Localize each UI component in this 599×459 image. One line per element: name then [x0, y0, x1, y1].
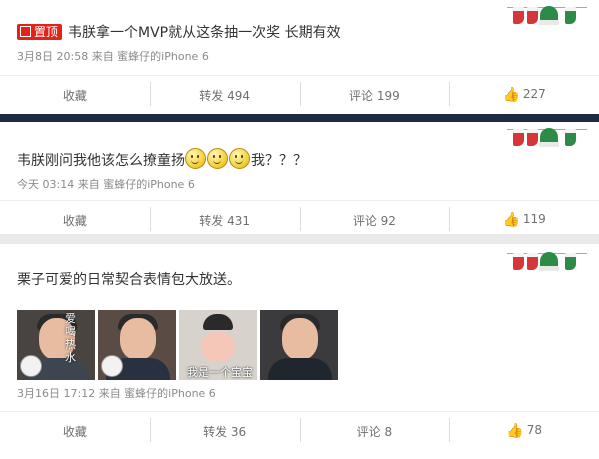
- comment-button[interactable]: 评论 199: [299, 81, 450, 106]
- divider-band: [0, 114, 599, 122]
- smile-emoji-icon: [185, 148, 206, 169]
- thumbs-up-icon: 👍: [506, 423, 524, 439]
- pinned-badge[interactable]: 置顶: [17, 24, 63, 40]
- smile-emoji-icon: [229, 148, 250, 169]
- smile-emoji-icon: [207, 148, 228, 169]
- like-button[interactable]: 👍 78: [449, 418, 599, 442]
- like-button[interactable]: 👍 119: [449, 207, 599, 231]
- comment-button[interactable]: 评论 8: [299, 417, 450, 442]
- weibo-feed: 置顶 韦朕拿一个MVP就从这条抽一次奖 长期有效 3月8日 20:58 来自 蜜蜂…: [0, 0, 599, 459]
- christmas-decoration-icon: [507, 250, 587, 274]
- thumbs-up-icon: 👍: [502, 212, 520, 228]
- repost-button[interactable]: 转发 494: [149, 81, 300, 106]
- photo-grid: 爱喝热水 我是一个宝宝: [17, 310, 338, 380]
- repost-button[interactable]: 转发 431: [149, 206, 300, 231]
- post-actions: 收藏 转发 36 评论 8 👍 78: [0, 411, 599, 450]
- sticker-icon: [101, 355, 123, 377]
- comment-button[interactable]: 评论 92: [299, 206, 450, 231]
- post-photo[interactable]: [260, 310, 338, 380]
- post-text: 置顶 韦朕拿一个MVP就从这条抽一次奖 长期有效: [17, 23, 341, 43]
- post-meta: 3月16日 17:12 来自 蜜蜂仔的iPhone 6: [17, 387, 216, 400]
- like-button[interactable]: 👍 227: [449, 82, 599, 106]
- post-card: 置顶 韦朕拿一个MVP就从这条抽一次奖 长期有效 3月8日 20:58 来自 蜜蜂…: [0, 0, 599, 114]
- post-photo[interactable]: 爱喝热水: [17, 310, 95, 380]
- favorite-button[interactable]: 收藏: [0, 212, 150, 229]
- post-text: 韦朕刚问我他该怎么撩童扬 我？？？: [17, 148, 307, 171]
- sticker-icon: [20, 355, 42, 377]
- post-photo[interactable]: 我是一个宝宝: [179, 310, 257, 380]
- post-card: 韦朕刚问我他该怎么撩童扬 我？？？ 今天 03:14 来自 蜜蜂仔的iPhone …: [0, 122, 599, 234]
- post-text: 栗子可爱的日常契合表情包大放送。: [17, 272, 241, 288]
- post-meta: 今天 03:14 来自 蜜蜂仔的iPhone 6: [17, 178, 195, 191]
- favorite-button[interactable]: 收藏: [0, 423, 150, 440]
- post-actions: 收藏 转发 494 评论 199 👍 227: [0, 75, 599, 114]
- repost-button[interactable]: 转发 36: [149, 417, 300, 442]
- post-meta: 3月8日 20:58 来自 蜜蜂仔的iPhone 6: [17, 50, 209, 63]
- christmas-decoration-icon: [507, 4, 587, 28]
- post-photo[interactable]: [98, 310, 176, 380]
- post-actions: 收藏 转发 431 评论 92 👍 119: [0, 200, 599, 239]
- christmas-decoration-icon: [507, 126, 587, 150]
- favorite-button[interactable]: 收藏: [0, 87, 150, 104]
- pin-icon: [20, 26, 31, 37]
- thumbs-up-icon: 👍: [502, 87, 520, 103]
